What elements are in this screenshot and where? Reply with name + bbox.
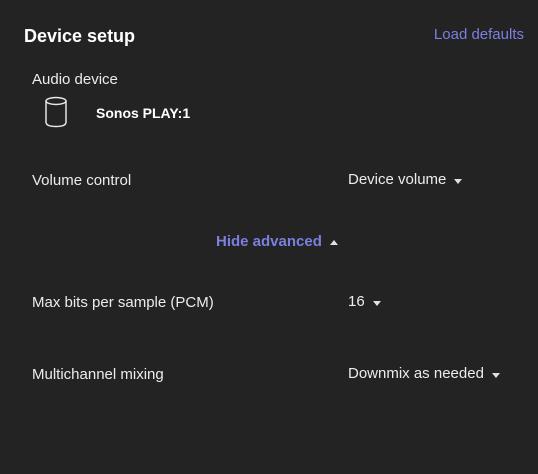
volume-control-dropdown[interactable]: Device volume — [348, 170, 463, 190]
multichannel-mixing-value: Downmix as needed — [348, 365, 484, 382]
audio-device-label: Audio device — [32, 71, 118, 88]
multichannel-mixing-label: Multichannel mixing — [32, 366, 164, 383]
load-defaults-link[interactable]: Load defaults — [434, 25, 524, 45]
volume-control-value: Device volume — [348, 171, 447, 188]
hide-advanced-label: Hide advanced — [216, 233, 322, 250]
hide-advanced-toggle[interactable]: Hide advanced — [216, 232, 338, 252]
chevron-down-icon — [454, 178, 463, 184]
chevron-down-icon — [372, 300, 381, 306]
multichannel-mixing-dropdown[interactable]: Downmix as needed — [348, 364, 500, 384]
max-bits-value: 16 — [348, 293, 365, 310]
speaker-icon — [44, 96, 68, 133]
page-title: Device setup — [24, 26, 136, 46]
max-bits-dropdown[interactable]: 16 — [348, 292, 381, 312]
chevron-up-icon — [329, 239, 338, 245]
device-name: Sonos PLAY:1 — [96, 105, 191, 121]
volume-control-label: Volume control — [32, 172, 132, 189]
chevron-down-icon — [491, 372, 500, 378]
max-bits-label: Max bits per sample (PCM) — [32, 294, 214, 311]
